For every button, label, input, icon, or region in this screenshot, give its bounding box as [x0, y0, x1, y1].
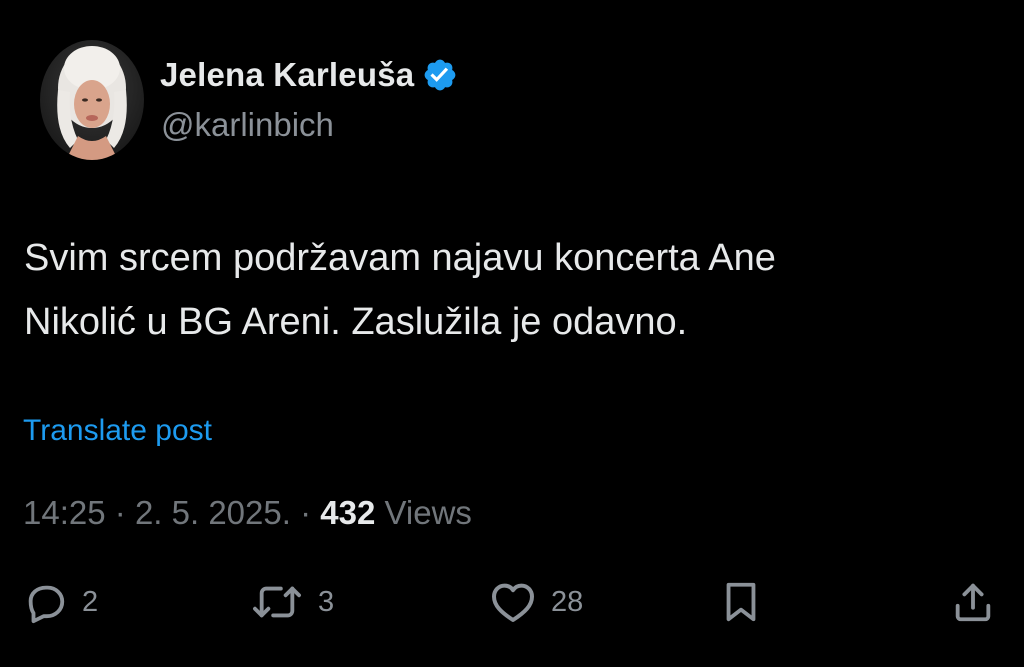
- user-handle[interactable]: @karlinbich: [161, 106, 334, 144]
- post-text-line: Nikolić u BG Areni. Zaslužila je odavno.: [24, 301, 688, 343]
- meta-separator: ·: [300, 494, 312, 531]
- display-name[interactable]: Jelena Karleuša: [160, 56, 414, 94]
- heart-icon: [492, 583, 534, 622]
- repost-button[interactable]: 3: [250, 572, 334, 632]
- share-button[interactable]: [950, 572, 996, 632]
- views-count: 432: [320, 494, 376, 531]
- bookmark-button[interactable]: [718, 572, 764, 632]
- verified-badge-icon[interactable]: [422, 57, 458, 93]
- like-button[interactable]: 28: [489, 572, 583, 632]
- bookmark-icon: [726, 582, 756, 622]
- post-time[interactable]: 14:25: [23, 494, 106, 531]
- repost-icon: [253, 586, 301, 618]
- post-text-line: Svim srcem podržavam najavu koncerta Ane: [24, 237, 776, 279]
- reply-count: 2: [82, 585, 99, 618]
- post-date[interactable]: 2. 5. 2025.: [135, 494, 291, 531]
- post-text: Svim srcem podržavam najavu koncerta Ane…: [24, 226, 984, 354]
- author-name-row: Jelena Karleuša: [160, 53, 458, 97]
- action-bar: 2 3 28: [0, 572, 1024, 632]
- views-label: Views: [384, 494, 472, 531]
- reply-icon: [28, 585, 65, 624]
- translate-post-link[interactable]: Translate post: [23, 414, 212, 448]
- share-icon: [955, 583, 991, 622]
- reply-button[interactable]: 2: [22, 572, 98, 632]
- avatar[interactable]: [40, 40, 144, 160]
- meta-separator: ·: [114, 494, 126, 531]
- like-count: 28: [551, 585, 584, 618]
- repost-count: 3: [318, 585, 335, 618]
- avatar-image: [40, 40, 144, 160]
- post-meta: 14:25 · 2. 5. 2025. · 432 Views: [23, 494, 472, 532]
